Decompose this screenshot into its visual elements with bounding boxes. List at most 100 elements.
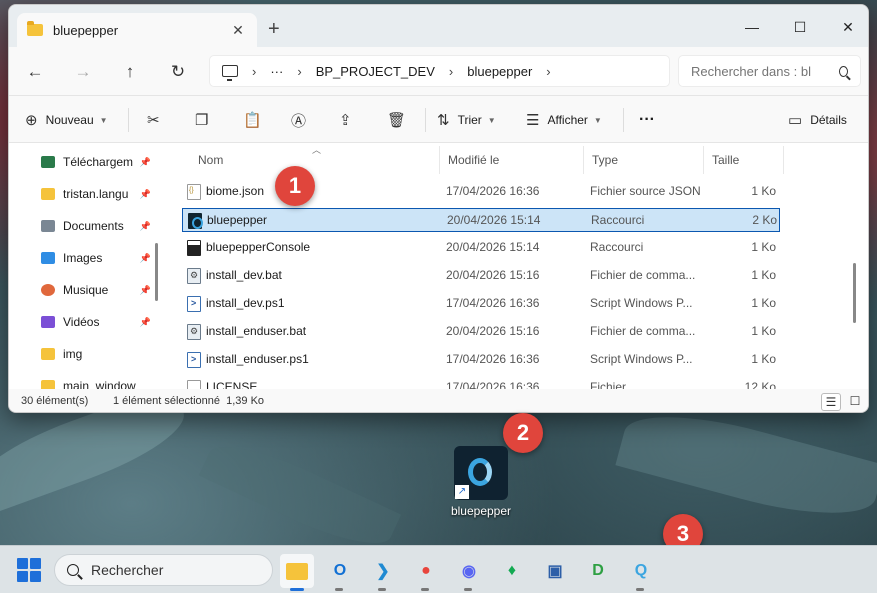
column-header-size[interactable]: Taille — [704, 146, 784, 174]
file-row[interactable]: install_dev.ps1 17/04/2026 16:36 Script Wi… — [182, 292, 780, 316]
pin-icon: 📌 — [139, 156, 151, 167]
cut-button[interactable]: ✂ — [147, 108, 168, 132]
chrome-glyph: ● — [421, 562, 431, 579]
search-input[interactable] — [691, 63, 831, 79]
content-area: Téléchargem 📌 tristan.langu 📌 Documents 📌 Imag… — [9, 143, 868, 396]
file-row[interactable]: biome.json 17/04/2026 16:36 Fichier source… — [182, 180, 780, 204]
breadcrumb-separator[interactable]: › — [449, 64, 453, 79]
forward-button[interactable]: → — [71, 61, 95, 85]
pin-icon: 📌 — [139, 252, 151, 263]
windows-logo-icon — [30, 558, 41, 569]
file-size: 1 Ko — [751, 268, 776, 282]
breadcrumb-separator: › — [297, 63, 302, 79]
refresh-button[interactable]: ↻ — [166, 61, 190, 85]
folder-icon — [41, 188, 55, 200]
column-header-name[interactable]: Nom — [190, 146, 440, 174]
nav-item[interactable]: img — [41, 343, 151, 365]
file-row[interactable]: bluepepperConsole 20/04/2026 15:14 Raccour… — [182, 236, 780, 260]
minimize-button[interactable]: — — [730, 13, 774, 41]
nav-item-label: img — [63, 347, 83, 361]
mongodb-taskbar-icon[interactable]: ♦ — [495, 554, 529, 588]
nav-item[interactable]: Musique 📌 — [41, 279, 151, 301]
rename-button[interactable]: Ⓐ — [291, 108, 314, 132]
nav-item[interactable]: Images 📌 — [41, 247, 151, 269]
mongodb-glyph: ♦ — [507, 562, 517, 579]
details-view-button[interactable]: ☰ — [821, 393, 841, 411]
view-button[interactable]: ☰ Afficher ▼ — [526, 108, 602, 132]
command-bar: ⊕ Nouveau ▼ ✂ ❐ 📋 Ⓐ ⇪ 🗑 ⇅ Trier ▼ ☰ Affi… — [9, 95, 868, 143]
new-tab-button[interactable]: + — [268, 19, 280, 39]
file-row[interactable]: install_dev.bat 20/04/2026 15:16 Fichier d… — [182, 264, 780, 288]
file-name: bluepepper — [207, 213, 268, 227]
paste-button[interactable]: 📋 — [243, 108, 270, 132]
start-button[interactable] — [17, 558, 41, 582]
tiles-view-button[interactable]: ☐ — [845, 393, 865, 411]
bluepepper-app-icon: ↗ — [454, 446, 508, 500]
new-button[interactable]: ⊕ Nouveau ▼ — [25, 108, 108, 132]
sort-icon: ⇅ — [437, 112, 450, 129]
back-button[interactable]: ← — [23, 61, 47, 85]
toolbar-divider — [623, 108, 624, 132]
breadcrumb-bluepepper[interactable]: bluepepper — [467, 64, 532, 79]
nav-item[interactable]: Téléchargem 📌 — [41, 151, 151, 173]
delete-button[interactable]: 🗑 — [387, 108, 414, 132]
file-row[interactable]: install_enduser.bat 20/04/2026 15:16 Fichi… — [182, 320, 780, 344]
running-indicator — [636, 588, 644, 591]
vscode-taskbar-icon[interactable]: ❯ — [366, 554, 400, 591]
nav-item[interactable]: tristan.langu 📌 — [41, 183, 151, 205]
copy-button[interactable]: ❐ — [195, 108, 216, 132]
breadcrumb-bp-project-dev[interactable]: BP_PROJECT_DEV — [316, 64, 435, 79]
computer-icon — [222, 65, 238, 81]
outlook-taskbar-icon[interactable]: O — [323, 554, 357, 591]
up-button[interactable]: ↑ — [118, 61, 142, 85]
search-box — [678, 55, 861, 87]
maximize-button[interactable]: ☐ — [778, 13, 822, 41]
chrome-taskbar-icon[interactable]: ● — [409, 554, 443, 591]
remote-desktop-glyph: ▣ — [547, 563, 563, 580]
tab-close-button[interactable]: ✕ — [229, 22, 247, 39]
file-row[interactable]: install_enduser.ps1 17/04/2026 16:36 Scrip… — [182, 348, 780, 372]
outlook-glyph: O — [333, 562, 347, 579]
remote-desktop-taskbar-icon[interactable]: ▣ — [538, 554, 572, 588]
taskbar-search[interactable]: Rechercher — [54, 554, 273, 586]
details-button[interactable]: ▭ Détails — [788, 108, 847, 132]
share-button[interactable]: ⇪ — [339, 108, 360, 132]
sort-button[interactable]: ⇅ Trier ▼ — [437, 108, 496, 132]
file-icon-con — [187, 240, 201, 256]
breadcrumb-separator[interactable]: › — [546, 64, 550, 79]
nav-item[interactable]: Vidéos 📌 — [41, 311, 151, 333]
d-app-taskbar-icon[interactable]: D — [581, 554, 615, 588]
plus-circle-icon: ⊕ — [25, 112, 38, 129]
column-header-type[interactable]: Type — [584, 146, 704, 174]
file-list: ︿ Nom Modifié le Type Taille biome.json1… — [164, 143, 864, 396]
file-row[interactable]: bluepepper 20/04/2026 15:14 Raccourci 2 Ko — [182, 208, 780, 232]
desktop-shortcut-bluepepper[interactable]: ↗ bluepepper — [441, 446, 521, 518]
close-window-button[interactable]: ✕ — [826, 13, 868, 41]
breadcrumb-more[interactable]: ··· — [270, 64, 283, 79]
rename-icon: Ⓐ — [291, 112, 307, 130]
more-options-button[interactable]: ··· — [639, 108, 655, 132]
file-icon-json — [187, 184, 201, 200]
file-modified: 17/04/2026 16:36 — [446, 184, 540, 198]
nav-scrollbar[interactable] — [155, 243, 158, 301]
file-explorer-taskbar-icon[interactable] — [280, 554, 314, 591]
tab-title: bluepepper — [53, 22, 119, 38]
file-modified: 17/04/2026 16:36 — [446, 352, 540, 366]
file-type: Raccourci — [591, 213, 645, 227]
download-icon — [41, 156, 55, 168]
file-size: 1 Ko — [751, 184, 776, 198]
file-size: 1 Ko — [751, 240, 776, 254]
details-label: Détails — [810, 113, 847, 127]
discord-taskbar-icon[interactable]: ◉ — [452, 554, 486, 591]
chevron-down-icon: ▼ — [99, 115, 108, 125]
file-modified: 20/04/2026 15:14 — [446, 240, 540, 254]
column-header-modified[interactable]: Modifié le — [440, 146, 584, 174]
nav-item[interactable]: Documents 📌 — [41, 215, 151, 237]
address-bar[interactable]: › ··· › BP_PROJECT_DEV › bluepepper › — [209, 55, 670, 87]
bluepepper-taskbar-icon[interactable]: Q — [624, 554, 658, 591]
file-list-scrollbar[interactable] — [853, 263, 856, 323]
tab-bluepepper[interactable]: bluepepper ✕ — [17, 13, 257, 47]
file-type: Fichier de comma... — [590, 268, 696, 282]
nav-item-label: Téléchargem — [63, 155, 134, 169]
navigation-pane: Téléchargem 📌 tristan.langu 📌 Documents 📌 Imag… — [9, 143, 159, 393]
